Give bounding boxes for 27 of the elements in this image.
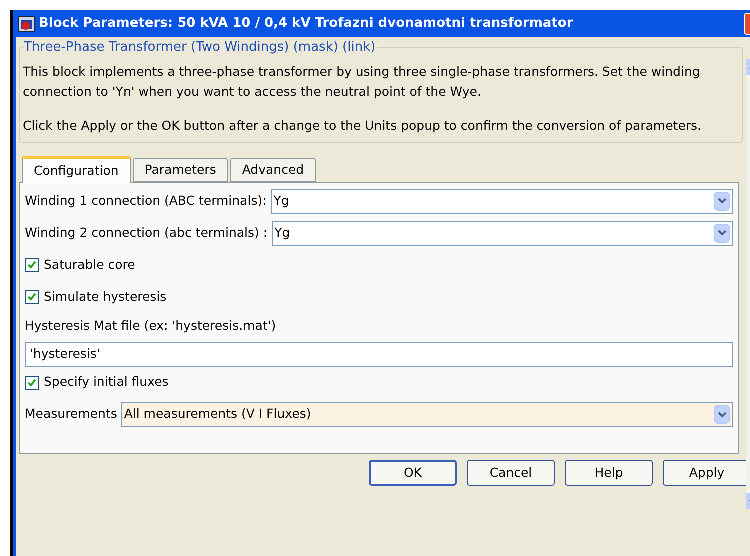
checkbox[interactable]: [25, 258, 39, 272]
description-text: Click the Apply or the OK button after a change to the Units popup to confirm the conversion of parameters.: [23, 117, 703, 135]
dialog-button[interactable]: OK: [369, 460, 457, 486]
field-label: Winding 1 connection (ABC terminals):: [25, 192, 267, 210]
checkbox-label: Specify initial fluxes: [44, 373, 169, 392]
field-label: Measurements: [25, 405, 118, 424]
dropdown[interactable]: Yg: [270, 188, 733, 214]
dialog-button[interactable]: Cancel: [467, 460, 555, 486]
checkbox-label: Simulate hysteresis: [44, 288, 167, 306]
dropdown[interactable]: All measurements (V I Fluxes): [121, 402, 733, 428]
dropdown-value: Yg: [274, 224, 290, 242]
dialog-button[interactable]: Help: [565, 460, 653, 486]
checkbox[interactable]: [25, 290, 39, 304]
app-icon: [18, 16, 35, 32]
dropdown-value: Yg: [274, 192, 290, 210]
field-label: Winding 2 connection (abc terminals) :: [25, 224, 268, 242]
description-text: This block implements a three-phase transformer by using three single-phase transformers. Set the winding connection to 'Yn' when you want to access the neutral point of the Wye.: [23, 63, 702, 101]
window-title: Block Parameters: 50 kVA 10 / 0,4 kV Trofazni dvonamotni transformator: [39, 14, 574, 33]
tab[interactable]: Parameters: [132, 158, 228, 182]
checkbox-label: Saturable core: [44, 256, 136, 274]
checkbox[interactable]: [25, 376, 39, 390]
dropdown-value: All measurements (V I Fluxes): [124, 405, 312, 424]
tab[interactable]: Configuration: [22, 156, 131, 183]
tab[interactable]: Advanced: [230, 158, 316, 182]
text-field[interactable]: 'hysteresis': [25, 342, 733, 367]
dropdown[interactable]: Yg: [272, 220, 733, 246]
field-label: Hysteresis Mat file (ex: 'hysteresis.mat'): [25, 317, 278, 335]
